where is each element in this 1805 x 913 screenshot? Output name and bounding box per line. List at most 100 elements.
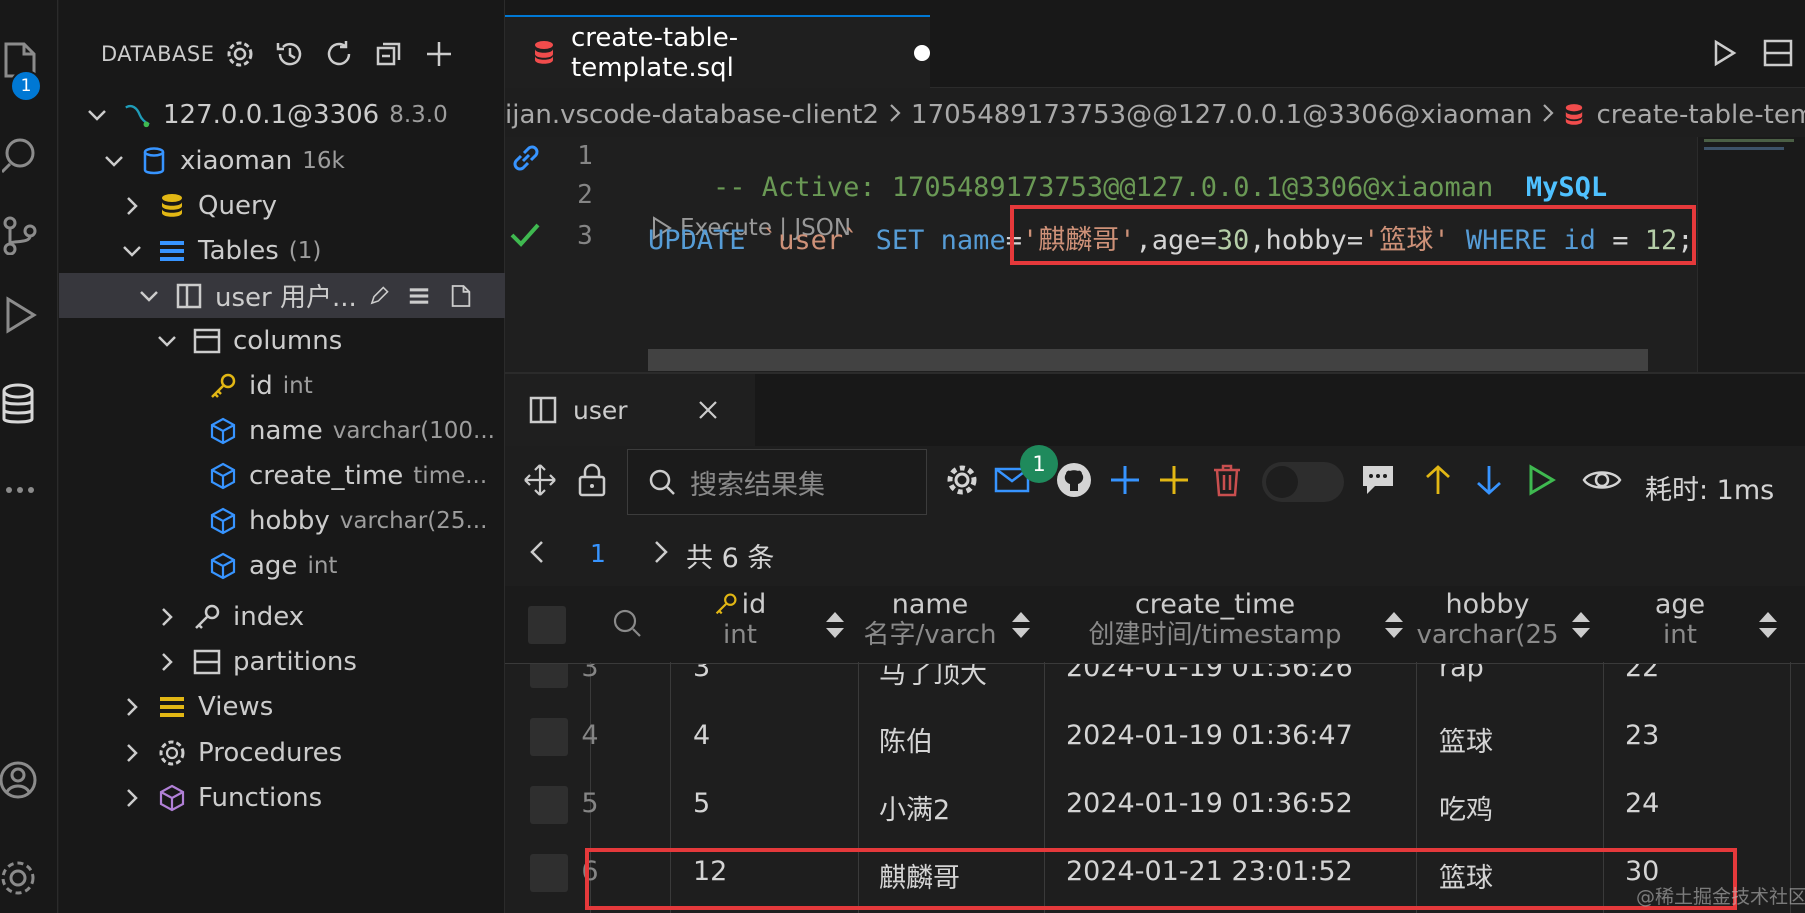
cell-hobby[interactable]: 篮球 [1439,720,1493,759]
tree-tables[interactable]: Tables (1) [59,228,505,273]
tree-views[interactable]: Views [59,684,505,729]
gear-icon[interactable] [222,36,258,72]
tab-user-result[interactable]: user [505,374,755,446]
sql-column: name [940,225,1006,256]
tree-procedures[interactable]: Procedures [59,730,505,775]
close-icon[interactable] [698,400,718,420]
table-row[interactable]: 5 5 小满2 2024-01-19 01:36:52 吃鸡 24 [505,772,1805,840]
column-header-create-time[interactable]: create_time 创建时间/timestamp [1070,590,1360,662]
chevron-right-icon [122,196,142,216]
minimap[interactable] [1697,137,1805,372]
database-file-icon [1564,103,1584,127]
code-editor[interactable]: 1 2 -- Active: 1705489173753@@127.0.0.1@… [505,137,1805,372]
execute-icon[interactable] [1520,458,1564,502]
unsaved-dot-icon[interactable] [914,44,930,61]
cell-age[interactable]: 24 [1625,788,1659,819]
more-icon[interactable] [0,470,40,510]
column-item[interactable]: create_time time... [59,453,505,498]
sort-icon[interactable] [1757,608,1779,642]
settings-gear-icon[interactable] [940,458,984,502]
link-icon[interactable] [509,141,543,179]
tree-functions[interactable]: Functions [59,775,505,820]
split-editor-icon[interactable] [1760,35,1796,71]
horizontal-scrollbar[interactable] [648,349,1648,371]
prev-page-icon[interactable] [528,540,548,568]
breadcrumb-part[interactable]: ijan.vscode-database-client2 [505,100,879,130]
table-row[interactable]: 3 3 马了顶大 2024-01-19 01:36:26 rap 22 [505,664,1805,704]
cell-name[interactable]: 陈伯 [879,720,933,759]
github-icon[interactable] [1052,458,1096,502]
edit-pencil-icon[interactable] [369,285,389,306]
cell-create-time[interactable]: 2024-01-19 01:36:26 [1066,664,1353,683]
list-icon[interactable] [409,286,429,306]
sort-icon[interactable] [1383,608,1405,642]
column-header-id[interactable]: id int [680,590,800,662]
search-input[interactable]: 搜索结果集 [627,449,927,515]
cell-age[interactable]: 23 [1625,720,1659,751]
add-icon[interactable] [1103,458,1147,502]
mysql-badge[interactable]: MySQL [1526,172,1607,203]
new-file-icon[interactable] [451,284,471,307]
column-header-name[interactable]: name 名字/varch [850,590,1010,662]
source-control-icon[interactable] [0,215,40,255]
column-item[interactable]: hobby varchar(25... [59,498,505,543]
cell-name[interactable]: 马了顶大 [879,664,987,691]
collapse-all-icon[interactable] [371,36,407,72]
cell-id[interactable]: 3 [693,664,710,683]
settings-icon[interactable] [0,858,40,898]
cell-hobby[interactable]: 吃鸡 [1439,788,1493,827]
tab-title: create-table-template.sql [571,22,739,83]
column-item[interactable]: name varchar(100... [59,408,505,453]
column-item[interactable]: id int [59,363,505,408]
table-row[interactable]: 4 4 陈伯 2024-01-19 01:36:47 篮球 23 [505,704,1805,772]
history-icon[interactable] [272,36,308,72]
cell-hobby[interactable]: rap [1439,664,1484,683]
sort-icon[interactable] [1010,608,1032,642]
column-header-age[interactable]: age int [1630,590,1730,662]
search-icon[interactable] [612,608,642,642]
cell-create-time[interactable]: 2024-01-19 01:36:52 [1066,788,1353,819]
tab-create-table-template[interactable]: create-table-template.sql [505,15,930,88]
database-icon[interactable] [0,383,40,425]
toggle-switch[interactable] [1262,462,1344,502]
lock-icon[interactable] [570,458,614,502]
add-connection-icon[interactable] [421,36,457,72]
cell-id[interactable]: 4 [693,720,710,751]
breadcrumb-part[interactable]: create-table-template.sq [1596,100,1805,130]
refresh-icon[interactable] [321,36,357,72]
breadcrumb: ijan.vscode-database-client2 17054891737… [505,93,1805,137]
run-icon[interactable] [1707,35,1743,71]
account-icon[interactable] [0,760,40,800]
insert-row-icon[interactable] [1152,458,1196,502]
run-debug-icon[interactable] [0,295,40,335]
sql-keyword: SET [875,225,925,256]
tree-index[interactable]: index [59,594,505,639]
column-name: create_time [249,460,404,491]
move-icon[interactable] [518,458,562,502]
arrow-up-icon[interactable] [1416,458,1460,502]
cell-name[interactable]: 小满2 [879,788,950,827]
column-item[interactable]: age int [59,543,505,588]
select-all-checkbox[interactable] [528,606,566,644]
cell-age[interactable]: 22 [1625,664,1659,683]
arrow-down-icon[interactable] [1467,458,1511,502]
eye-icon[interactable] [1580,458,1624,502]
tree-query[interactable]: Query [59,183,505,228]
comment-icon[interactable] [1356,458,1400,502]
cell-id[interactable]: 5 [693,788,710,819]
tree-columns[interactable]: columns [59,318,505,363]
next-page-icon[interactable] [650,540,670,568]
tree-connection[interactable]: 127.0.0.1@3306 8.3.0 [59,92,505,137]
tree-partitions[interactable]: partitions [59,639,505,684]
page-number[interactable]: 1 [590,539,606,568]
delete-icon[interactable] [1205,458,1249,502]
sort-icon[interactable] [1570,608,1592,642]
tree-database[interactable]: xiaoman 16k [59,138,505,183]
sort-icon[interactable] [824,608,846,642]
breadcrumb-part[interactable]: 1705489173753@@127.0.0.1@3306@xiaoman [911,100,1532,130]
sql-table: `user` [761,225,860,256]
tree-table-user[interactable]: user 用户... [59,273,505,318]
cell-create-time[interactable]: 2024-01-19 01:36:47 [1066,720,1353,751]
search-icon[interactable] [0,135,40,175]
column-header-hobby[interactable]: hobby varchar(25 [1415,590,1560,662]
